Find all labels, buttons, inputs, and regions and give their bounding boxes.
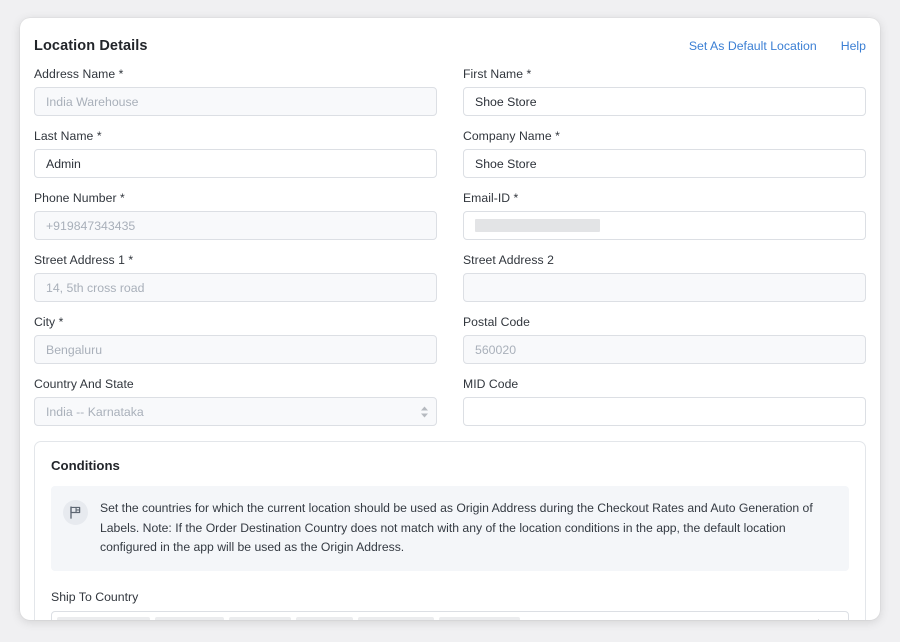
street-address-2-label: Street Address 2 (463, 253, 554, 267)
address-name-label: Address Name * (34, 67, 124, 81)
conditions-panel: Conditions Set the countries for which t… (34, 441, 866, 620)
company-name-label: Company Name * (463, 129, 560, 143)
conditions-title: Conditions (51, 458, 120, 473)
help-link[interactable]: Help (841, 39, 866, 53)
city-input[interactable]: Bengaluru (34, 335, 437, 364)
field-postal-code: Postal Code 560020 (463, 315, 866, 364)
country-tag[interactable]: Bhutan ✕ (155, 617, 224, 620)
country-tag[interactable]: Pakistan ✕ (357, 617, 434, 620)
ship-to-country-label: Ship To Country (51, 589, 139, 604)
field-country-and-state: Country And State India -- Karnataka (34, 377, 437, 426)
multiselect-actions: ✕ (800, 618, 844, 621)
field-street-address-2: Street Address 2 (463, 253, 866, 302)
mid-code-label: MID Code (463, 377, 519, 391)
clear-all-icon[interactable]: ✕ (800, 619, 810, 621)
conditions-info-box: Set the countries for which the current … (51, 486, 849, 571)
email-redaction-bar (475, 219, 600, 232)
location-form-grid: Address Name * India Warehouse First Nam… (34, 67, 866, 439)
street-address-1-input[interactable]: 14, 5th cross road (34, 273, 437, 302)
last-name-label: Last Name * (34, 129, 102, 143)
card-header: Location Details Set As Default Location… (34, 38, 866, 54)
field-address-name: Address Name * India Warehouse (34, 67, 437, 116)
country-tag[interactable]: India ✕ (295, 617, 353, 620)
location-details-card: Location Details Set As Default Location… (20, 18, 880, 620)
field-company-name: Company Name * Shoe Store (463, 129, 866, 178)
company-name-input[interactable]: Shoe Store (463, 149, 866, 178)
phone-number-input[interactable]: +919847343435 (34, 211, 437, 240)
flag-icon (63, 500, 88, 525)
field-mid-code: MID Code (463, 377, 866, 426)
field-street-address-1: Street Address 1 * 14, 5th cross road (34, 253, 437, 302)
country-tag[interactable]: Bangladesh ✕ (57, 617, 151, 620)
last-name-input[interactable]: Admin (34, 149, 437, 178)
country-tag[interactable]: China ✕ (228, 617, 291, 620)
first-name-input[interactable]: Shoe Store (463, 87, 866, 116)
field-city: City * Bengaluru (34, 315, 437, 364)
country-and-state-label: Country And State (34, 377, 134, 391)
field-first-name: First Name * Shoe Store (463, 67, 866, 116)
set-default-location-link[interactable]: Set As Default Location (689, 39, 817, 53)
field-email-id: Email-ID * (463, 191, 866, 240)
street-address-1-label: Street Address 1 * (34, 253, 134, 267)
email-id-label: Email-ID * (463, 191, 519, 205)
country-and-state-select[interactable]: India -- Karnataka (34, 397, 437, 426)
address-name-input[interactable]: India Warehouse (34, 87, 437, 116)
multiselect-divider (818, 618, 819, 620)
field-last-name: Last Name * Admin (34, 129, 437, 178)
postal-code-label: Postal Code (463, 315, 530, 329)
postal-code-input[interactable]: 560020 (463, 335, 866, 364)
city-label: City * (34, 315, 64, 329)
phone-number-label: Phone Number * (34, 191, 125, 205)
street-address-2-input[interactable] (463, 273, 866, 302)
header-links: Set As Default Location Help (689, 39, 866, 53)
page-title: Location Details (34, 38, 148, 54)
conditions-info-text: Set the countries for which the current … (100, 501, 813, 554)
email-id-input[interactable] (463, 211, 866, 240)
first-name-label: First Name * (463, 67, 532, 81)
ship-to-country-multiselect[interactable]: Bangladesh ✕ Bhutan ✕ China ✕ India ✕ (51, 610, 849, 621)
mid-code-input[interactable] (463, 397, 866, 426)
field-phone-number: Phone Number * +919847343435 (34, 191, 437, 240)
ship-to-country-tags: Bangladesh ✕ Bhutan ✕ China ✕ India ✕ (57, 617, 800, 620)
country-tag[interactable]: Sri Lanka ✕ (438, 617, 520, 620)
